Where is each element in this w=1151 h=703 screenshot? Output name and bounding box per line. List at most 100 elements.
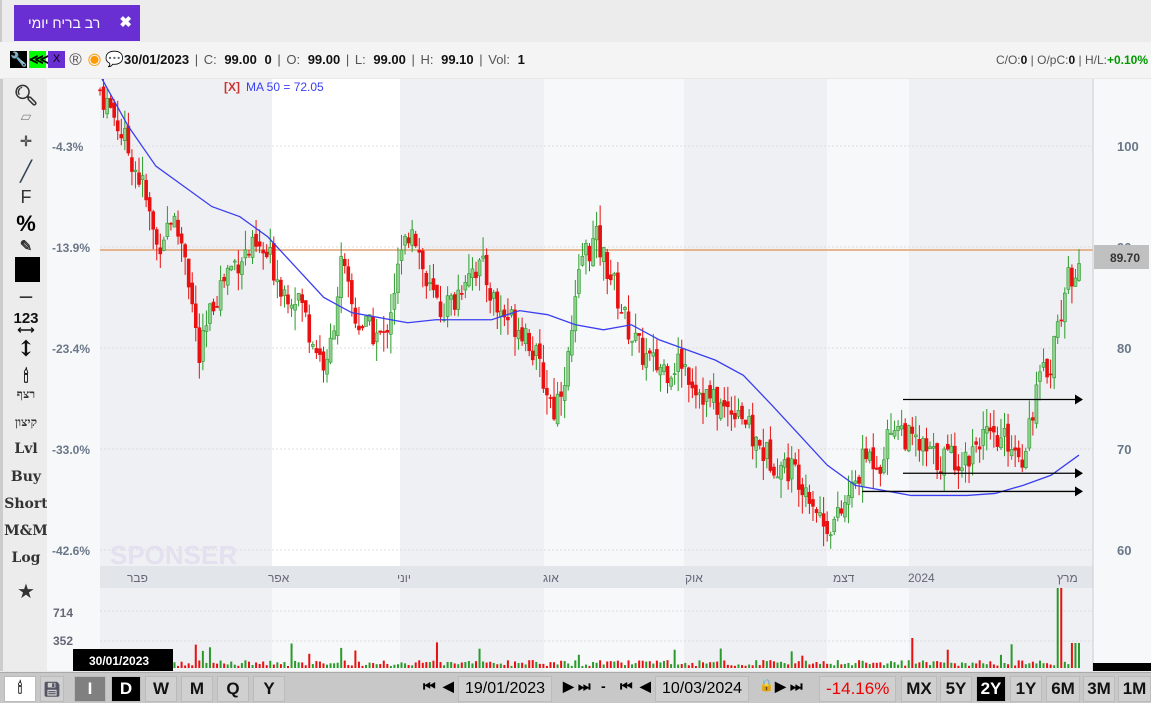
candle-body [385, 330, 390, 333]
end-prev-button[interactable]: ◀ [640, 678, 651, 695]
percent-tool[interactable]: % [3, 211, 49, 237]
candle-body [630, 340, 634, 343]
candle-body [768, 439, 773, 471]
lock-icon[interactable]: 🔒 [759, 678, 774, 692]
candle-body [977, 446, 982, 450]
candle-body [598, 225, 602, 258]
start-next-button[interactable]: ▶ [563, 678, 574, 695]
mm-button[interactable]: M&M [3, 523, 49, 539]
candle-body [499, 310, 503, 317]
range-mx[interactable]: MX [901, 676, 937, 702]
lvl-button[interactable]: Lvl [3, 441, 49, 457]
vertical-measure-icon[interactable]: ↕ [3, 336, 49, 362]
volume-bar [904, 665, 907, 668]
price-chart[interactable]: פבר אפר יוני אוג אוק דצמ 2024 מרץ SPONSER [X] M… [47, 74, 1151, 671]
candle-body [211, 301, 216, 312]
range-5y[interactable]: 5Y [940, 676, 972, 702]
volume-bar [432, 660, 435, 668]
line-style-icon[interactable]: — [3, 289, 49, 305]
volume-bar [691, 662, 694, 668]
eraser-icon[interactable]: ▱ [3, 109, 49, 125]
star-icon[interactable]: ★ [3, 579, 49, 603]
continuous-button[interactable]: רצף [3, 387, 49, 402]
volume-bar [1046, 663, 1049, 668]
save-icon[interactable]: 💾︎ [40, 676, 64, 702]
chart-svg[interactable]: פבר אפר יוני אוג אוק דצמ 2024 מרץ SPONSER [X] M… [47, 74, 1151, 671]
volume-bar [787, 664, 790, 668]
edit-icon[interactable]: ✎ [3, 237, 49, 255]
volume-bar [301, 662, 304, 668]
candle-body [545, 388, 549, 396]
end-date-field[interactable]: 10/03/2024 [655, 676, 750, 702]
range-2y[interactable]: 2Y [976, 676, 1006, 702]
start-prev-button[interactable]: ◀ [443, 678, 454, 695]
start-last-button[interactable]: ⏭ [578, 678, 591, 695]
range-1y[interactable]: 1Y [1010, 676, 1042, 702]
wrench-icon[interactable]: 🔧 [10, 51, 27, 68]
end-last-button[interactable]: ⏭ [790, 678, 803, 695]
volume-bar [269, 660, 272, 668]
start-date-field[interactable]: 19/01/2023 [458, 676, 553, 702]
remove-indicator-button[interactable]: [X] [224, 80, 240, 94]
candle-body [144, 180, 148, 201]
candle-body [378, 330, 383, 333]
volume-bar [453, 663, 456, 668]
chart-type-icon[interactable]: 🕯︎ [4, 676, 36, 702]
volume-bar [311, 664, 314, 668]
target-icon[interactable]: ◉ [86, 51, 103, 68]
candle-body [193, 303, 198, 328]
candle-body [835, 507, 840, 518]
candle-body [562, 385, 567, 401]
candle-body [190, 282, 195, 305]
volume-bar [276, 662, 279, 668]
comment-icon[interactable]: 💬 [105, 51, 124, 68]
candle-body [261, 249, 265, 254]
line-tool-icon[interactable]: ╱ [3, 159, 49, 183]
candle-body [115, 120, 120, 132]
candle-body [633, 332, 638, 341]
candle-body [1013, 447, 1017, 451]
extreme-button[interactable]: קיצון [3, 415, 49, 430]
range-6m[interactable]: 6M [1046, 676, 1080, 702]
volume-bar [780, 661, 783, 668]
volume-bar [836, 660, 839, 668]
volume-bar [446, 661, 449, 668]
volume-bar [173, 662, 176, 668]
registered-icon[interactable]: ® [67, 51, 84, 68]
volume-bar [531, 660, 534, 668]
search-icon[interactable]: 🔍︎ [3, 83, 49, 107]
range-3m[interactable]: 3M [1083, 676, 1115, 702]
end-first-button[interactable]: ⏮ [620, 678, 633, 695]
start-first-button[interactable]: ⏮ [423, 678, 436, 695]
short-button[interactable]: Short [3, 496, 49, 512]
percent-tick: -33.0% [52, 443, 90, 457]
buy-button[interactable]: Buy [3, 469, 49, 485]
volume-bar [329, 663, 332, 668]
volume-bar [698, 660, 701, 668]
tab-active[interactable]: רב בריח יומי ✖ [14, 5, 140, 41]
period-daily[interactable]: D [111, 676, 141, 702]
share-icon[interactable]: ⋘ [29, 51, 49, 68]
period-weekly[interactable]: W [145, 676, 177, 702]
period-quarterly[interactable]: Q [217, 676, 249, 702]
log-button[interactable]: Log [3, 550, 49, 566]
period-intraday[interactable]: I [74, 676, 106, 702]
volume-bar [783, 663, 786, 668]
close-tab-icon[interactable]: ✖ [119, 13, 132, 31]
candles-icon[interactable]: 🕯︎ [3, 367, 49, 387]
end-next-button[interactable]: ▶ [775, 678, 786, 695]
range-1m[interactable]: 1M [1118, 676, 1151, 702]
volume-bar [1010, 644, 1013, 668]
color-picker[interactable] [15, 257, 40, 282]
period-monthly[interactable]: M [181, 676, 213, 702]
fibonacci-tool[interactable]: F [3, 187, 49, 208]
volume-bar [879, 662, 882, 668]
sponsor-watermark: SPONSER [110, 540, 237, 570]
volume-bar [1035, 663, 1038, 668]
candle-body [293, 304, 297, 311]
candle-body [1002, 427, 1007, 437]
period-yearly[interactable]: Y [253, 676, 285, 702]
crosshair-icon[interactable]: ✛ [3, 134, 49, 150]
excel-icon[interactable]: X [48, 51, 65, 68]
volume-bar [492, 662, 495, 668]
